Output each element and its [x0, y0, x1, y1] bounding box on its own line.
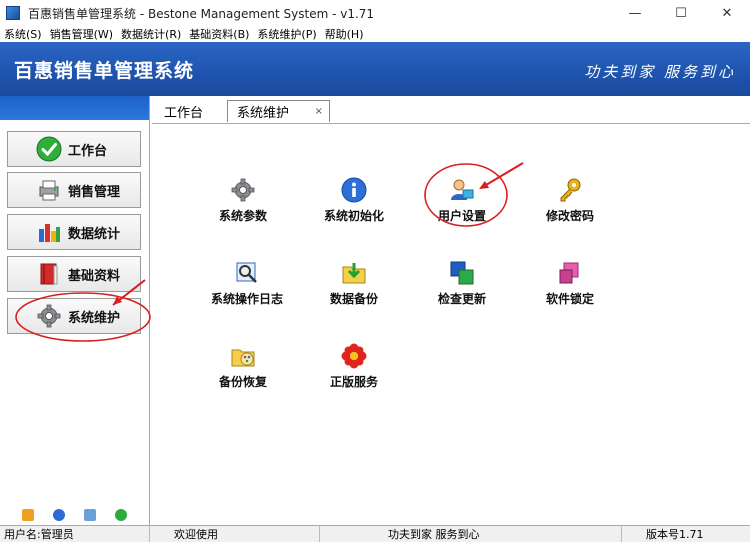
function-label: 系统初始化 [323, 209, 384, 223]
key-icon [556, 176, 584, 204]
minimize-button[interactable]: — [612, 0, 658, 26]
sidebar-item-label: 系统维护 [68, 310, 121, 326]
maximize-button[interactable]: ☐ [658, 0, 704, 26]
gear-icon [36, 303, 62, 329]
sidebar-item-basic-data[interactable]: 基础资料 [7, 256, 141, 292]
sidebar-item-label: 数据统计 [68, 226, 121, 242]
close-icon[interactable]: × [315, 106, 323, 117]
status-user: 用户名:管理员 [0, 525, 150, 542]
function-genuine-service[interactable]: 正版服务 [304, 342, 404, 390]
folder-palette-icon [229, 342, 257, 370]
function-system-init[interactable]: 系统初始化 [304, 176, 404, 224]
lock-icon [556, 259, 584, 287]
sidebar-header [0, 96, 149, 120]
tab-maintenance[interactable]: 系统维护 × [227, 100, 330, 122]
printer-icon [36, 177, 62, 203]
function-backup-restore[interactable]: 备份恢复 [193, 342, 293, 390]
function-label: 正版服务 [329, 375, 378, 389]
close-button[interactable]: ✕ [704, 0, 750, 26]
function-label: 软件锁定 [545, 292, 594, 306]
window-title: 百惠销售单管理系统 - Bestone Management System - … [28, 6, 375, 21]
menu-bar: 系统(S) 销售管理(W) 数据统计(R) 基础资料(B) 系统维护(P) 帮助… [0, 26, 750, 42]
function-check-update[interactable]: 检查更新 [412, 259, 512, 307]
flower-icon [340, 342, 368, 370]
function-label: 修改密码 [545, 209, 594, 223]
function-operation-log[interactable]: 系统操作日志 [197, 259, 297, 307]
menu-basic-data[interactable]: 基础资料(B) [185, 26, 253, 42]
function-label: 系统参数 [218, 209, 267, 223]
sidebar-item-label: 工作台 [68, 143, 108, 159]
function-change-password[interactable]: 修改密码 [520, 176, 620, 224]
sidebar-item-workbench[interactable]: 工作台 [7, 131, 141, 167]
system-title: 百惠销售单管理系统 [14, 60, 195, 82]
function-system-params[interactable]: 系统参数 [193, 176, 293, 224]
function-label: 检查更新 [437, 292, 486, 306]
exit-icon[interactable] [115, 509, 128, 521]
sidebar-item-maintenance[interactable]: 系统维护 [7, 298, 141, 334]
status-welcome: 欢迎使用 [150, 525, 320, 542]
book-icon [36, 261, 62, 287]
banner-slogan: 功夫到家 服务到心 [584, 63, 736, 81]
folder-download-icon [340, 259, 368, 287]
function-label: 备份恢复 [218, 375, 267, 389]
gear-icon [229, 176, 257, 204]
update-icon [448, 259, 476, 287]
function-data-backup[interactable]: 数据备份 [304, 259, 404, 307]
sidebar-item-label: 销售管理 [68, 184, 121, 200]
check-icon [36, 136, 62, 162]
app-icon [6, 6, 20, 20]
function-label: 系统操作日志 [210, 292, 283, 306]
menu-system[interactable]: 系统(S) [0, 26, 46, 42]
sidebar-item-statistics[interactable]: 数据统计 [7, 214, 141, 250]
status-version: 版本号1.71 [646, 528, 704, 541]
sidebar-item-sales[interactable]: 销售管理 [7, 172, 141, 208]
tab-strip: 工作台 系统维护 × [152, 96, 750, 124]
function-label: 数据备份 [329, 292, 378, 306]
menu-maintenance[interactable]: 系统维护(P) [253, 26, 320, 42]
monitor-icon[interactable] [84, 509, 97, 521]
function-user-settings[interactable]: 用户设置 [412, 176, 512, 224]
user-icon [448, 176, 476, 204]
key-icon[interactable] [21, 509, 34, 521]
status-bar: 用户名:管理员 欢迎使用 功夫到家 服务到心 版本号1.71 [0, 525, 750, 542]
chart-icon [36, 219, 62, 245]
tab-label: 系统维护 [237, 106, 290, 121]
header-banner: 百惠销售单管理系统 功夫到家 服务到心 [0, 42, 750, 96]
sidebar-footer [0, 504, 149, 526]
function-label: 用户设置 [437, 209, 486, 223]
function-panel: 系统参数 系统初始化 用户设置 修改密码 系统操作日志 数据备份 检查更新 软件… [152, 124, 750, 525]
info-icon [340, 176, 368, 204]
title-bar: 百惠销售单管理系统 - Bestone Management System - … [0, 0, 750, 26]
sidebar-item-label: 基础资料 [68, 268, 121, 284]
function-software-lock[interactable]: 软件锁定 [520, 259, 620, 307]
menu-help[interactable]: 帮助(H) [321, 26, 368, 42]
log-search-icon [233, 259, 261, 287]
menu-statistics[interactable]: 数据统计(R) [117, 26, 185, 42]
clock-icon[interactable] [52, 509, 65, 521]
tab-workbench[interactable]: 工作台 [164, 100, 203, 122]
menu-sales[interactable]: 销售管理(W) [46, 26, 117, 42]
status-slogan: 功夫到家 服务到心 [320, 525, 622, 542]
sidebar: 工作台 销售管理 数据统计 基础资料 系统维护 [0, 96, 150, 526]
